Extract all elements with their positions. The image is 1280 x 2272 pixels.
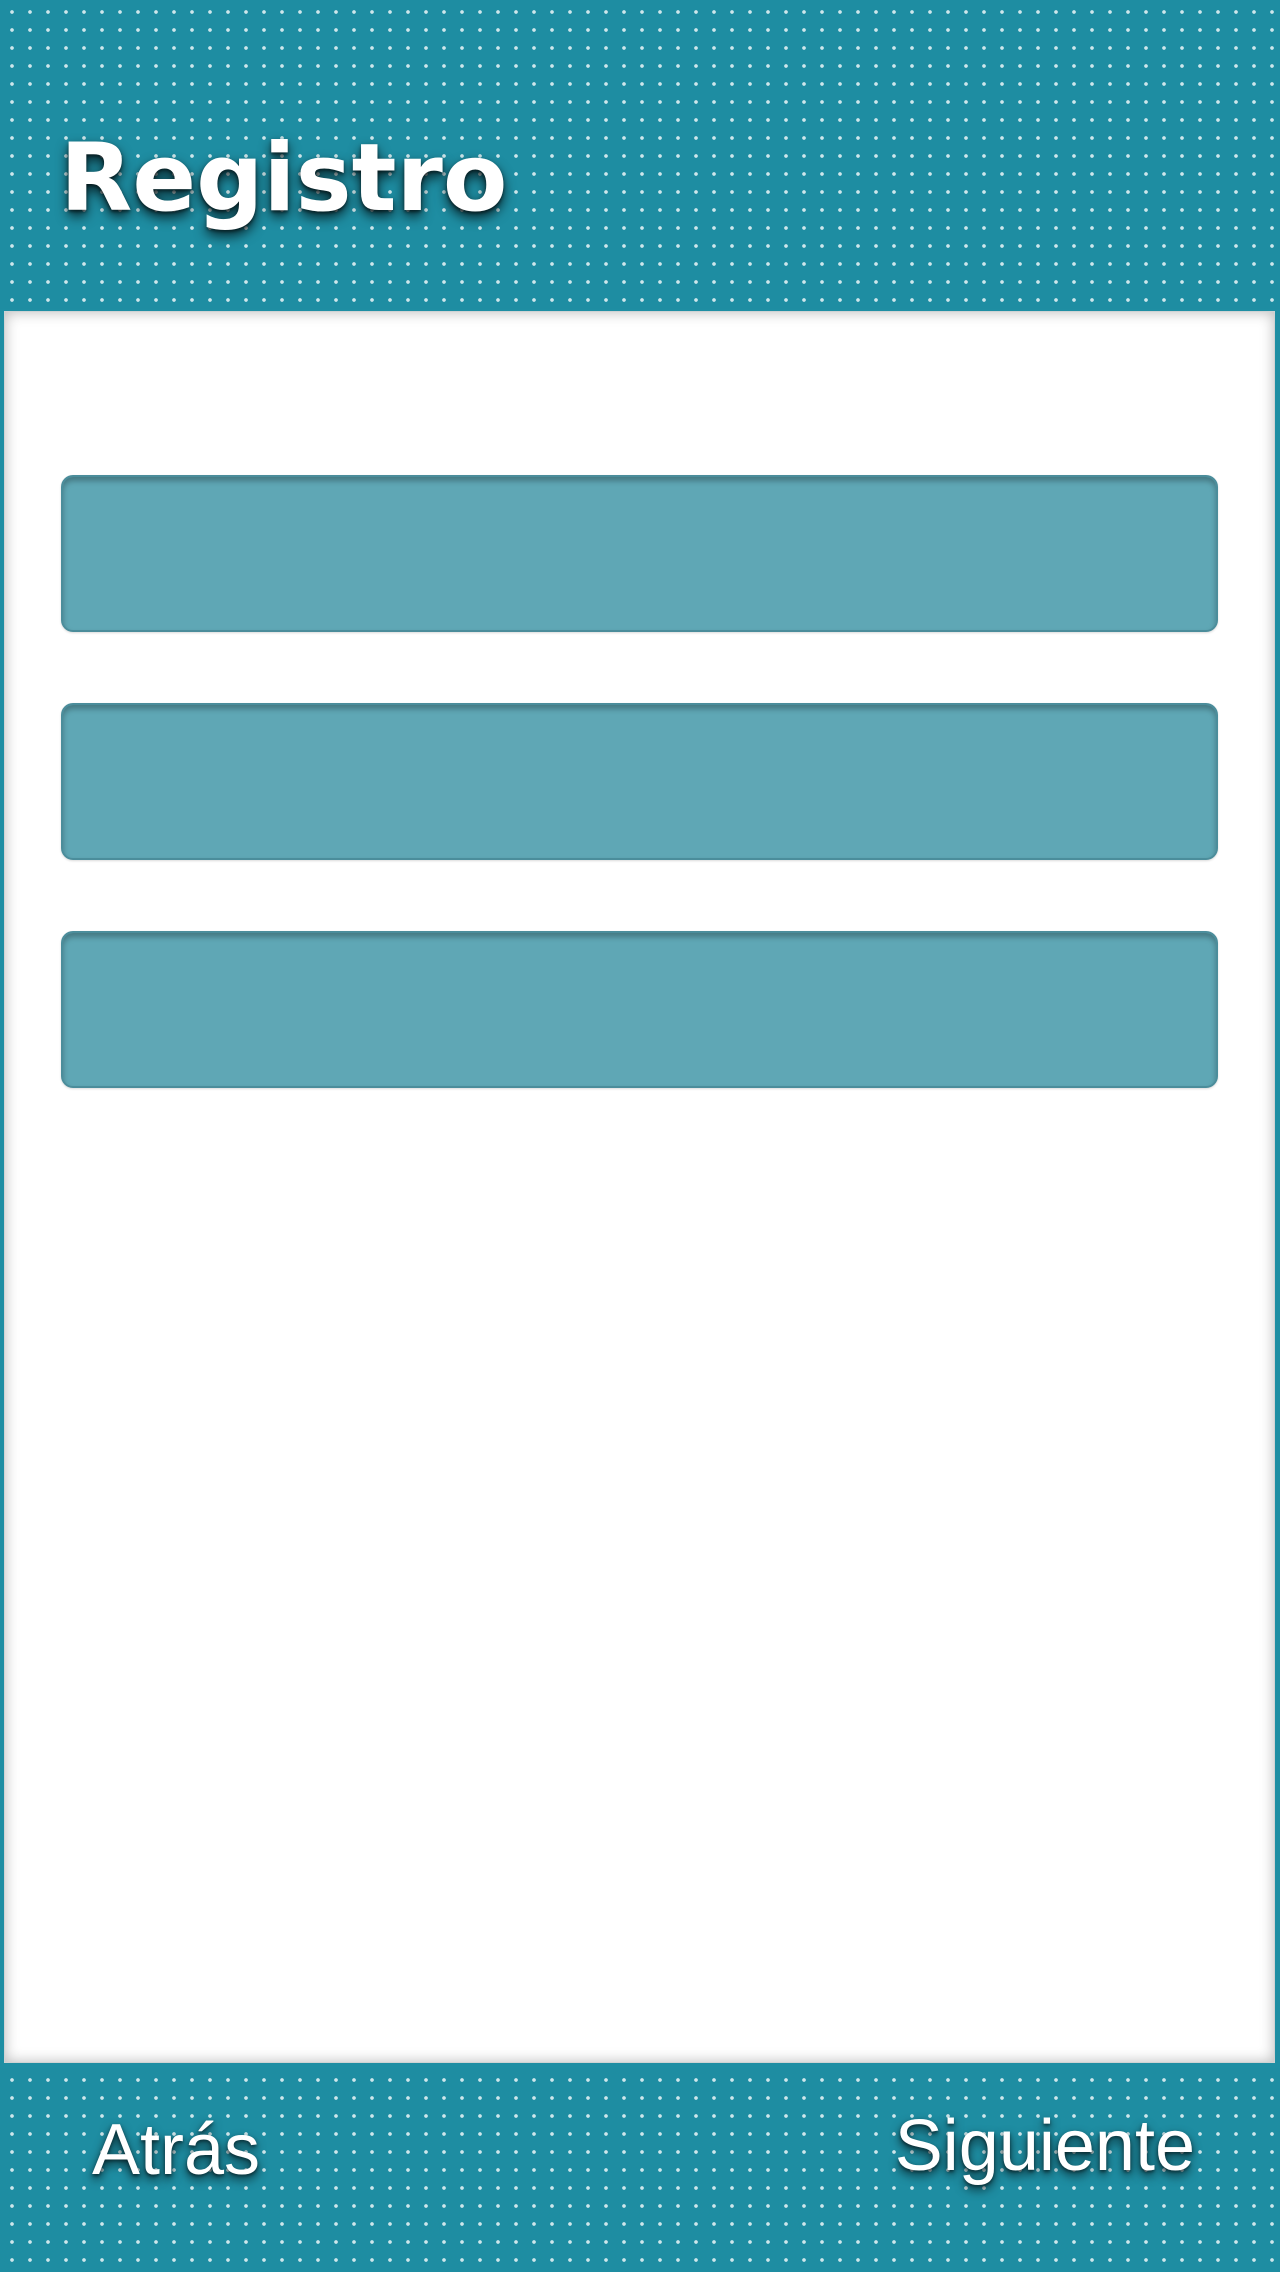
form-field-3[interactable] [61,931,1218,1088]
header-bar: Registro [0,0,1280,309]
page-title: Registro [60,124,508,233]
back-button[interactable]: Atrás [92,2108,260,2192]
form-field-2[interactable] [61,703,1218,860]
next-button[interactable]: Siguiente [895,2104,1195,2188]
form-field-1[interactable] [61,475,1218,632]
form-panel [4,311,1275,2063]
footer-bar: Atrás Siguiente [0,2068,1280,2272]
